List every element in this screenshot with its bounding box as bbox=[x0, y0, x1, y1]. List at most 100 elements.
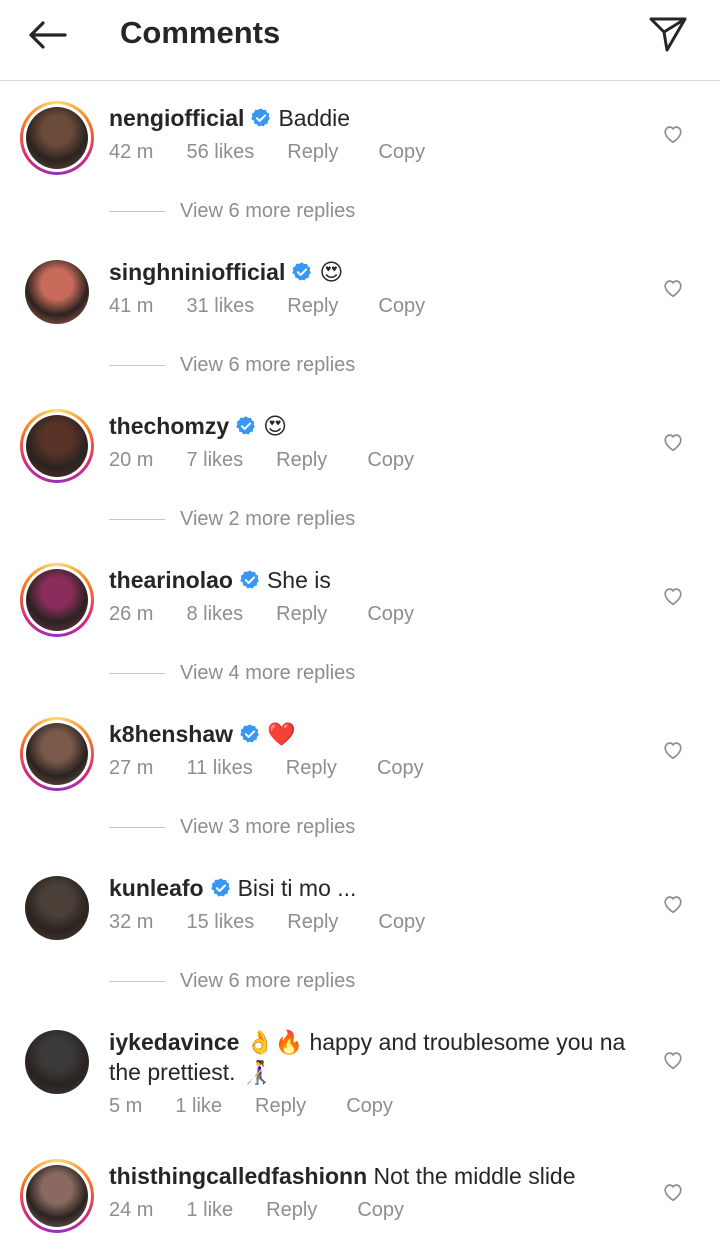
heart-icon[interactable] bbox=[662, 123, 684, 145]
copy-button[interactable]: Copy bbox=[378, 293, 425, 319]
comment-line: thechomzy 😍 bbox=[109, 411, 640, 441]
username-link[interactable]: thechomzy bbox=[109, 413, 229, 439]
avatar-photo bbox=[25, 876, 89, 940]
likes-count-link[interactable]: 31 likes bbox=[186, 293, 254, 319]
copy-button[interactable]: Copy bbox=[378, 909, 425, 935]
comment-text: 😍 bbox=[263, 413, 288, 439]
avatar[interactable] bbox=[20, 255, 94, 329]
verified-badge-icon bbox=[239, 568, 261, 590]
copy-button[interactable]: Copy bbox=[357, 1197, 404, 1223]
comment-body: thechomzy 😍 20 m 7 likes Reply Copy bbox=[109, 411, 640, 473]
comment-text: Bisi ti mo ... bbox=[237, 875, 357, 901]
reply-button[interactable]: Reply bbox=[287, 909, 338, 935]
verified-badge-icon bbox=[235, 414, 257, 436]
username-link[interactable]: nengiofficial bbox=[109, 105, 244, 131]
comment-time: 26 m bbox=[109, 603, 154, 625]
avatar[interactable] bbox=[20, 563, 94, 637]
comment-meta: 27 m 11 likes Reply Copy bbox=[109, 755, 640, 781]
comment-body: thearinolao She is 26 m 8 likes Reply Copy bbox=[109, 565, 640, 627]
reply-button[interactable]: Reply bbox=[255, 1093, 306, 1119]
copy-button[interactable]: Copy bbox=[367, 601, 414, 627]
reply-button[interactable]: Reply bbox=[276, 601, 327, 627]
view-more-replies-button[interactable]: View 6 more replies bbox=[109, 354, 355, 377]
username-link[interactable]: thisthingcalledfashionn bbox=[109, 1163, 367, 1189]
avatar[interactable] bbox=[20, 1025, 94, 1099]
username-link[interactable]: thearinolao bbox=[109, 567, 233, 593]
reply-button[interactable]: Reply bbox=[287, 139, 338, 165]
comment-meta: 41 m 31 likes Reply Copy bbox=[109, 293, 640, 319]
likes-count-link[interactable]: 11 likes bbox=[186, 755, 252, 781]
view-more-replies-button[interactable]: View 6 more replies bbox=[109, 200, 355, 223]
comment-time: 24 m bbox=[109, 1199, 154, 1221]
copy-button[interactable]: Copy bbox=[378, 139, 425, 165]
replies-divider bbox=[109, 519, 165, 520]
avatar-photo bbox=[26, 107, 88, 169]
reply-button[interactable]: Reply bbox=[276, 447, 327, 473]
avatar[interactable] bbox=[20, 1159, 94, 1233]
arrow-left-icon bbox=[29, 21, 67, 49]
avatar[interactable] bbox=[20, 101, 94, 175]
comment-time: 20 m bbox=[109, 449, 154, 471]
likes-count-link[interactable]: 7 likes bbox=[186, 447, 243, 473]
likes-count-link[interactable]: 8 likes bbox=[186, 601, 243, 627]
comment-line: iykedavince 👌🔥 happy and troublesome you… bbox=[109, 1027, 640, 1087]
username-link[interactable]: kunleafo bbox=[109, 875, 204, 901]
comment-time: 42 m bbox=[109, 141, 154, 163]
paper-plane-icon bbox=[649, 17, 687, 52]
view-more-replies-label: View 6 more replies bbox=[180, 354, 356, 376]
comment-meta: 42 m 56 likes Reply Copy bbox=[109, 139, 640, 165]
heart-icon[interactable] bbox=[662, 431, 684, 453]
comment-meta: 32 m 15 likes Reply Copy bbox=[109, 909, 640, 935]
avatar-photo bbox=[26, 1165, 88, 1227]
username-link[interactable]: singhniniofficial bbox=[109, 259, 285, 285]
comment-body: kunleafo Bisi ti mo ... 32 m 15 likes Reply C… bbox=[109, 873, 640, 935]
username-link[interactable]: k8henshaw bbox=[109, 721, 233, 747]
heart-icon[interactable] bbox=[662, 893, 684, 915]
view-more-replies-button[interactable]: View 3 more replies bbox=[109, 816, 355, 839]
view-more-replies-label: View 2 more replies bbox=[180, 508, 356, 530]
view-more-replies-button[interactable]: View 6 more replies bbox=[109, 970, 355, 993]
page-title: Comments bbox=[120, 15, 281, 50]
reply-button[interactable]: Reply bbox=[287, 293, 338, 319]
avatar[interactable] bbox=[20, 717, 94, 791]
verified-badge-icon bbox=[239, 722, 261, 744]
back-button[interactable] bbox=[22, 14, 72, 56]
comment-text: Baddie bbox=[278, 105, 351, 131]
avatar-frame bbox=[25, 260, 89, 324]
likes-count-link[interactable]: 56 likes bbox=[186, 139, 254, 165]
copy-button[interactable]: Copy bbox=[377, 755, 424, 781]
likes-count-link[interactable]: 1 like bbox=[186, 1197, 233, 1223]
heart-icon[interactable] bbox=[662, 277, 684, 299]
replies-divider bbox=[109, 211, 165, 212]
view-more-replies-button[interactable]: View 4 more replies bbox=[109, 662, 355, 685]
comment-time: 41 m bbox=[109, 295, 154, 317]
heart-icon[interactable] bbox=[662, 585, 684, 607]
verified-badge-icon bbox=[210, 876, 232, 898]
avatar-frame bbox=[23, 720, 91, 788]
replies-divider bbox=[109, 981, 165, 982]
avatar-photo bbox=[26, 415, 88, 477]
reply-button[interactable]: Reply bbox=[286, 755, 337, 781]
username-link[interactable]: iykedavince bbox=[109, 1029, 239, 1055]
reply-button[interactable]: Reply bbox=[266, 1197, 317, 1223]
avatar[interactable] bbox=[20, 409, 94, 483]
avatar-photo bbox=[25, 1030, 89, 1094]
view-more-replies-label: View 4 more replies bbox=[180, 662, 356, 684]
likes-count-link[interactable]: 15 likes bbox=[186, 909, 254, 935]
heart-icon[interactable] bbox=[662, 1049, 684, 1071]
comment-line: thearinolao She is bbox=[109, 565, 640, 595]
replies-divider bbox=[109, 365, 165, 366]
heart-icon[interactable] bbox=[662, 1181, 684, 1203]
copy-button[interactable]: Copy bbox=[367, 447, 414, 473]
heart-icon[interactable] bbox=[662, 739, 684, 761]
send-button[interactable] bbox=[646, 14, 690, 54]
avatar[interactable] bbox=[20, 871, 94, 945]
comment-meta: 24 m 1 like Reply Copy bbox=[109, 1197, 640, 1223]
comment-meta: 5 m 1 like Reply Copy bbox=[109, 1093, 640, 1119]
likes-count-link[interactable]: 1 like bbox=[175, 1093, 222, 1119]
avatar-frame bbox=[25, 1030, 89, 1094]
view-more-replies-label: View 6 more replies bbox=[180, 200, 356, 222]
view-more-replies-button[interactable]: View 2 more replies bbox=[109, 508, 355, 531]
comment-body: k8henshaw ❤️ 27 m 11 likes Reply Copy bbox=[109, 719, 640, 781]
copy-button[interactable]: Copy bbox=[346, 1093, 393, 1119]
